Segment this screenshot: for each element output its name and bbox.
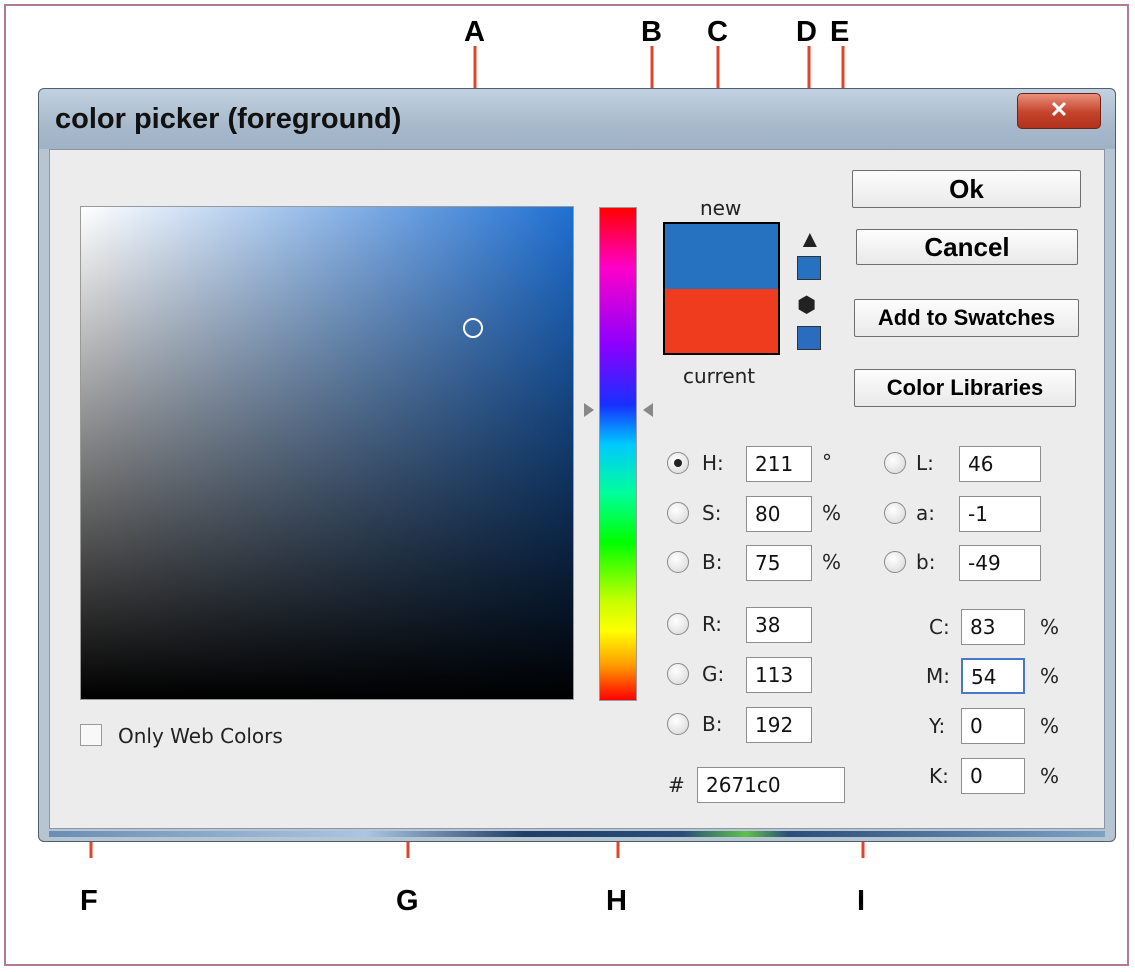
green-field[interactable]: 113 xyxy=(746,657,812,693)
swatch-current-label: current xyxy=(683,364,756,388)
lab-l-field[interactable]: 46 xyxy=(959,446,1041,482)
dialog-titlebar[interactable]: color picker (foreground) ✕ xyxy=(39,89,1115,149)
hue-slider-left-arrow-icon[interactable] xyxy=(584,403,594,417)
unit-percent-brightness: % xyxy=(822,550,842,574)
only-web-colors-label: Only Web Colors xyxy=(118,724,283,748)
yellow-field[interactable]: 0 xyxy=(961,708,1025,744)
radio-green[interactable] xyxy=(667,663,689,685)
unit-degree: ° xyxy=(822,450,832,474)
radio-brightness[interactable] xyxy=(667,551,689,573)
unit-percent-black: % xyxy=(1040,764,1060,788)
radio-blue[interactable] xyxy=(667,713,689,735)
radio-saturation[interactable] xyxy=(667,502,689,524)
add-to-swatches-button[interactable]: Add to Swatches xyxy=(854,299,1079,337)
callout-c: C xyxy=(707,16,728,48)
label-hex: # xyxy=(668,773,685,797)
label-blue: B: xyxy=(702,712,723,736)
label-saturation: S: xyxy=(702,501,722,525)
swatch-new-color xyxy=(665,224,778,289)
hex-field[interactable]: 2671c0 xyxy=(697,767,845,803)
label-brightness: B: xyxy=(702,550,723,574)
callout-f: F xyxy=(80,885,98,917)
lab-a-field[interactable]: -1 xyxy=(959,496,1041,532)
saturation-field[interactable]: 80 xyxy=(746,496,812,532)
web-safe-warning-swatch[interactable] xyxy=(797,326,821,350)
radio-lab-l[interactable] xyxy=(884,452,906,474)
hue-slider[interactable] xyxy=(599,207,637,701)
unit-percent-magenta: % xyxy=(1040,664,1060,688)
callout-e: E xyxy=(830,16,850,48)
hue-field[interactable]: 211 xyxy=(746,446,812,482)
unit-percent-saturation: % xyxy=(822,501,842,525)
lab-b-field[interactable]: -49 xyxy=(959,545,1041,581)
radio-lab-a[interactable] xyxy=(884,502,906,524)
label-yellow: Y: xyxy=(929,714,946,738)
radio-red[interactable] xyxy=(667,613,689,635)
radio-hue[interactable] xyxy=(667,452,689,474)
label-magenta: M: xyxy=(926,664,950,688)
callout-h: H xyxy=(606,885,627,917)
unit-percent-yellow: % xyxy=(1040,714,1060,738)
black-field[interactable]: 0 xyxy=(961,758,1025,794)
cancel-button[interactable]: Cancel xyxy=(856,229,1078,265)
label-lab-b: b: xyxy=(916,550,936,574)
color-field[interactable] xyxy=(80,206,574,700)
close-icon: ✕ xyxy=(1049,97,1069,122)
blue-field[interactable]: 192 xyxy=(746,707,812,743)
color-libraries-button[interactable]: Color Libraries xyxy=(854,369,1076,407)
label-cyan: C: xyxy=(929,615,950,639)
color-swatch xyxy=(663,222,780,355)
cyan-field[interactable]: 83 xyxy=(961,609,1025,645)
red-field[interactable]: 38 xyxy=(746,607,812,643)
label-green: G: xyxy=(702,662,725,686)
ok-button[interactable]: Ok xyxy=(852,170,1081,208)
callout-d: D xyxy=(796,16,817,48)
label-hue: H: xyxy=(702,451,724,475)
close-button[interactable]: ✕ xyxy=(1017,93,1101,129)
background-strip xyxy=(49,831,1105,837)
callout-a: A xyxy=(464,16,485,48)
color-field-cursor[interactable] xyxy=(463,318,483,338)
label-lab-l: L: xyxy=(916,451,934,475)
callout-i: I xyxy=(857,885,866,917)
dialog-title: color picker (foreground) xyxy=(55,103,402,135)
hue-slider-right-arrow-icon[interactable] xyxy=(643,403,653,417)
warning-triangle-icon[interactable]: ▲ xyxy=(798,228,822,252)
callout-g: G xyxy=(396,885,419,917)
swatch-new-label: new xyxy=(700,196,742,220)
cube-icon[interactable]: ⬢ xyxy=(797,294,816,316)
callout-b: B xyxy=(641,16,662,48)
label-red: R: xyxy=(702,612,723,636)
gamut-warning-swatch[interactable] xyxy=(797,256,821,280)
label-lab-a: a: xyxy=(916,501,935,525)
only-web-colors-checkbox[interactable] xyxy=(80,724,102,746)
magenta-field[interactable]: 54 xyxy=(961,658,1025,694)
label-black: K: xyxy=(929,764,949,788)
swatch-current-color[interactable] xyxy=(665,288,778,353)
unit-percent-cyan: % xyxy=(1040,615,1060,639)
brightness-field[interactable]: 75 xyxy=(746,545,812,581)
radio-lab-b[interactable] xyxy=(884,551,906,573)
